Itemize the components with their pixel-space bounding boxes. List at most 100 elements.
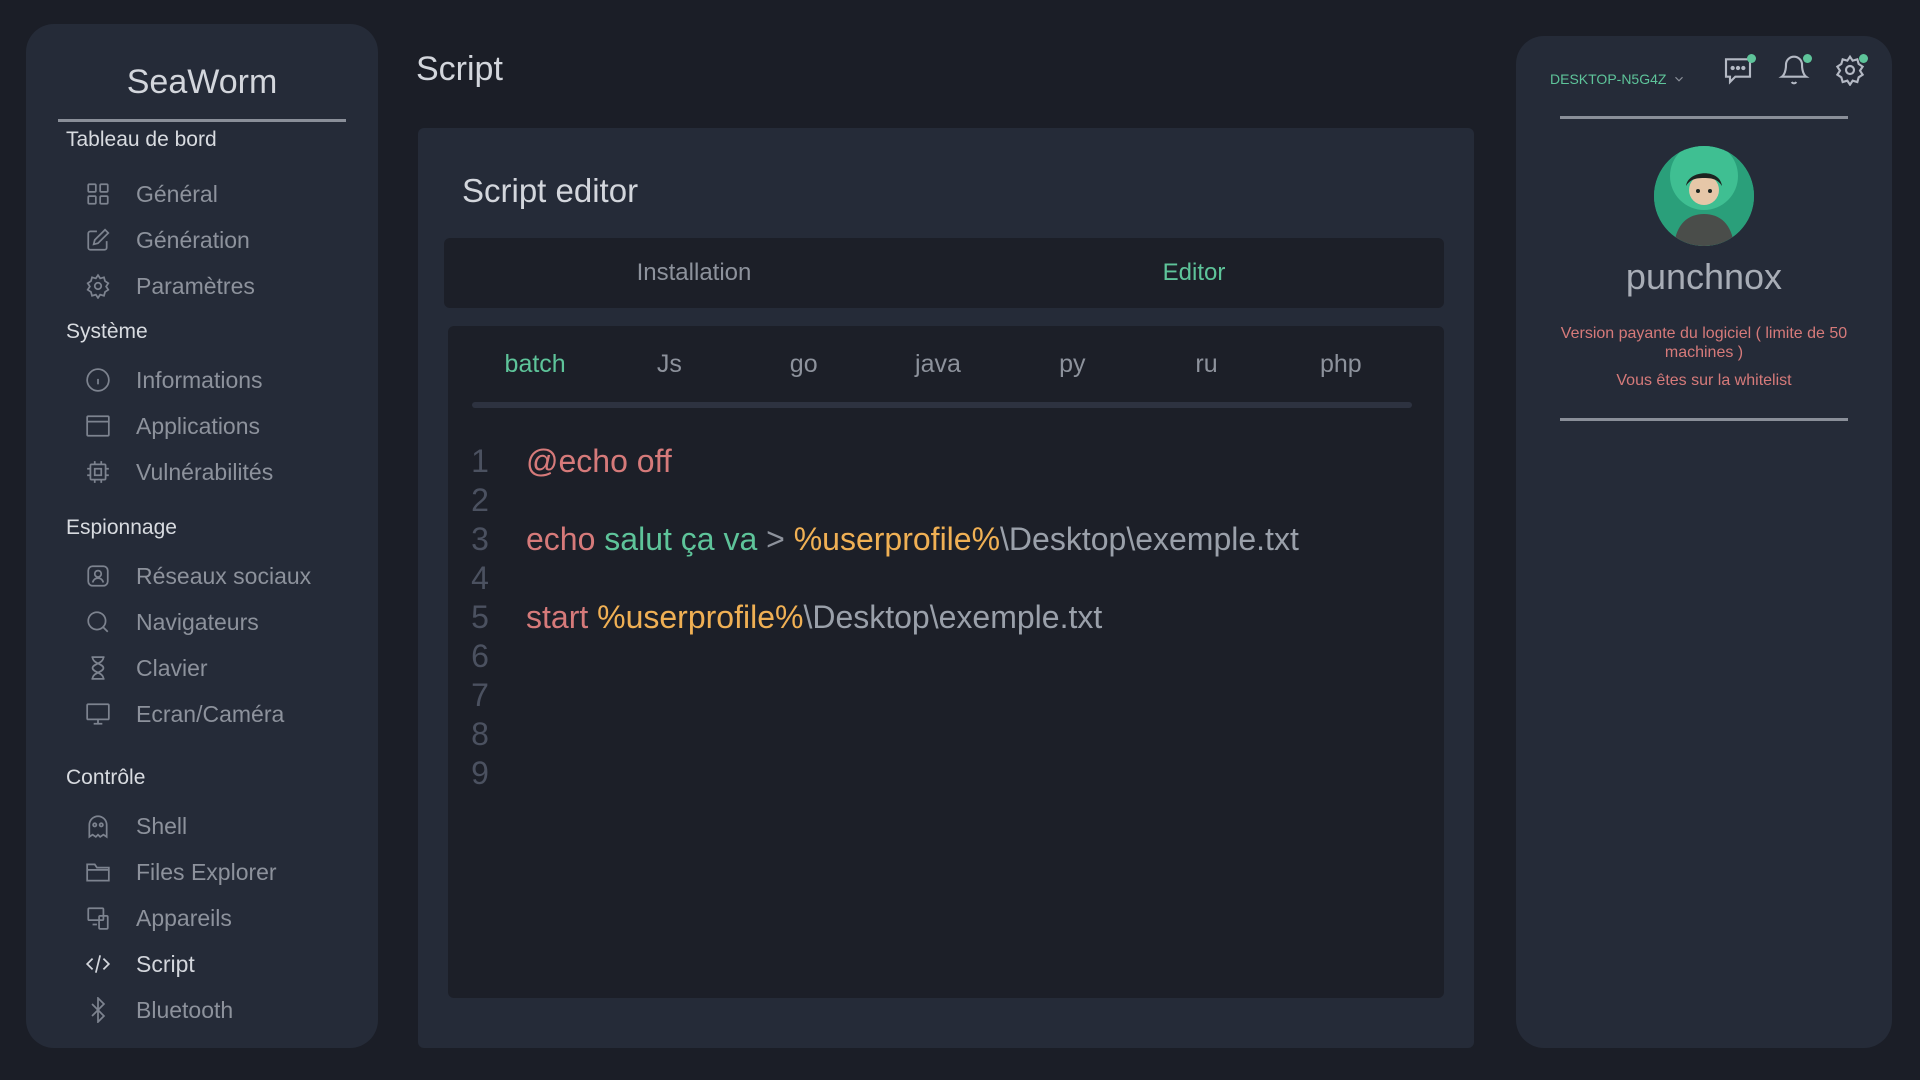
lang-tab-py[interactable]: py <box>1005 344 1139 396</box>
settings-button[interactable] <box>1834 54 1870 90</box>
sidebar-item-informations[interactable]: Informations <box>84 360 354 400</box>
line-number: 4 <box>471 560 489 596</box>
sidebar-item-vulnerabilites[interactable]: Vulnérabilités <box>84 452 354 492</box>
sidebar-item-ecran-camera[interactable]: Ecran/Caméra <box>84 694 354 734</box>
sidebar-item-parametres[interactable]: Paramètres <box>84 266 354 306</box>
sidebar-item-appareils[interactable]: Appareils <box>84 898 354 938</box>
search-icon <box>84 608 112 636</box>
sidebar-item-label: Bluetooth <box>136 996 234 1023</box>
code-keyword: @echo off <box>526 443 672 479</box>
sidebar-item-label: Informations <box>136 366 263 393</box>
info-icon <box>84 366 112 394</box>
page-title: Script <box>416 50 503 88</box>
hourglass-icon <box>84 654 112 682</box>
line-number: 3 <box>471 521 489 557</box>
sidebar-item-files-explorer[interactable]: Files Explorer <box>84 852 354 892</box>
devices-icon <box>84 904 112 932</box>
tab-editor[interactable]: Editor <box>944 238 1444 308</box>
code-line: 8 <box>462 715 1422 754</box>
username: punchnox <box>1625 256 1783 297</box>
folder-icon <box>84 858 112 886</box>
brand-logo: SeaWorm <box>58 42 346 122</box>
notification-dot <box>1747 54 1756 63</box>
sidebar-item-general[interactable]: Général <box>84 174 354 214</box>
code-line: 4 <box>462 559 1422 598</box>
chip-icon <box>84 458 112 486</box>
messages-button[interactable] <box>1722 54 1758 90</box>
code-line: 5 start %userprofile% \Desktop\exemple.tx… <box>462 598 1422 637</box>
line-number: 6 <box>471 638 489 674</box>
sidebar: SeaWorm Tableau de bord Général Générati… <box>26 24 378 1048</box>
code-string: salut ça va <box>604 521 758 557</box>
sidebar-item-reseaux-sociaux[interactable]: Réseaux sociaux <box>84 556 354 596</box>
section-tableau-de-bord: Tableau de bord <box>66 128 217 151</box>
code-line: 7 <box>462 676 1422 715</box>
code-keyword: echo <box>526 521 596 557</box>
notification-dot <box>1803 54 1812 63</box>
divider <box>1560 116 1848 119</box>
lang-tab-js[interactable]: Js <box>602 344 736 396</box>
sidebar-item-shell[interactable]: Shell <box>84 806 354 846</box>
notifications-button[interactable] <box>1778 54 1814 90</box>
chevron-down-icon <box>1675 76 1684 82</box>
lang-tab-ru[interactable]: ru <box>1139 344 1273 396</box>
code-variable: %userprofile% <box>793 521 1001 557</box>
lang-tab-java[interactable]: java <box>871 344 1005 396</box>
sidebar-item-label: Script <box>136 950 195 977</box>
sidebar-item-label: Applications <box>136 412 261 439</box>
line-number: 9 <box>471 755 489 791</box>
bluetooth-icon <box>84 996 112 1024</box>
edit-icon <box>84 226 112 254</box>
lang-tab-go[interactable]: go <box>737 344 871 396</box>
ghost-icon <box>84 812 112 840</box>
sidebar-item-label: Navigateurs <box>136 608 259 635</box>
user-badge-icon <box>84 562 112 590</box>
editor-tabs: Installation Editor <box>444 238 1444 308</box>
sidebar-item-script[interactable]: Script <box>84 944 354 984</box>
code-variable: %userprofile% <box>597 599 804 635</box>
code-keyword: start <box>526 599 589 635</box>
script-editor-panel: Script editor Installation Editor batch … <box>418 128 1474 1048</box>
section-controle: Contrôle <box>66 766 146 789</box>
tab-installation[interactable]: Installation <box>444 238 944 308</box>
sidebar-item-label: Génération <box>136 226 250 253</box>
grid-icon <box>84 180 112 208</box>
sidebar-item-label: Réseaux sociaux <box>136 562 312 589</box>
code-path: \Desktop\exemple.txt <box>1000 521 1299 557</box>
code-path: \Desktop\exemple.txt <box>803 599 1103 635</box>
machine-selector[interactable]: DESKTOP-N5G4Z <box>1550 64 1686 94</box>
line-number: 7 <box>471 677 489 713</box>
machine-name: DESKTOP-N5G4Z <box>1550 71 1667 87</box>
sidebar-item-generation[interactable]: Génération <box>84 220 354 260</box>
lang-tab-php[interactable]: php <box>1274 344 1408 396</box>
gear-icon <box>84 272 112 300</box>
license-text: Version payante du logiciel ( limite de … <box>1560 325 1848 361</box>
section-espionnage: Espionnage <box>66 516 177 539</box>
notification-dot <box>1859 54 1868 63</box>
sidebar-item-applications[interactable]: Applications <box>84 406 354 446</box>
profile-panel: DESKTOP-N5G4Z punchnox Version payante d… <box>1516 36 1892 1048</box>
lang-tab-batch[interactable]: batch <box>468 344 602 396</box>
sidebar-item-clavier[interactable]: Clavier <box>84 648 354 688</box>
sidebar-item-bluetooth[interactable]: Bluetooth <box>84 990 354 1030</box>
section-systeme: Système <box>66 320 148 343</box>
language-divider <box>472 402 1412 408</box>
monitor-icon <box>84 700 112 728</box>
divider <box>1560 418 1848 421</box>
line-number: 2 <box>471 482 489 518</box>
code-line: 3 echo salut ça va > %userprofile% \Deskt… <box>462 520 1422 559</box>
code-editor[interactable]: 1 @echo off 2 3 echo salut ça va > %user… <box>462 442 1422 793</box>
sidebar-item-label: Vulnérabilités <box>136 458 274 485</box>
sidebar-item-label: Clavier <box>136 654 208 681</box>
code-line: 2 <box>462 481 1422 520</box>
sidebar-item-label: Général <box>136 180 218 207</box>
code-icon <box>84 950 112 978</box>
sidebar-item-navigateurs[interactable]: Navigateurs <box>84 602 354 642</box>
line-number: 5 <box>471 599 489 635</box>
sidebar-item-label: Paramètres <box>136 272 255 299</box>
line-number: 1 <box>471 443 489 479</box>
code-line: 1 @echo off <box>462 442 1422 481</box>
code-line: 9 <box>462 754 1422 793</box>
code-panel: batch Js go java py ru php 1 @echo off 2… <box>448 326 1444 998</box>
editor-title: Script editor <box>462 172 639 209</box>
